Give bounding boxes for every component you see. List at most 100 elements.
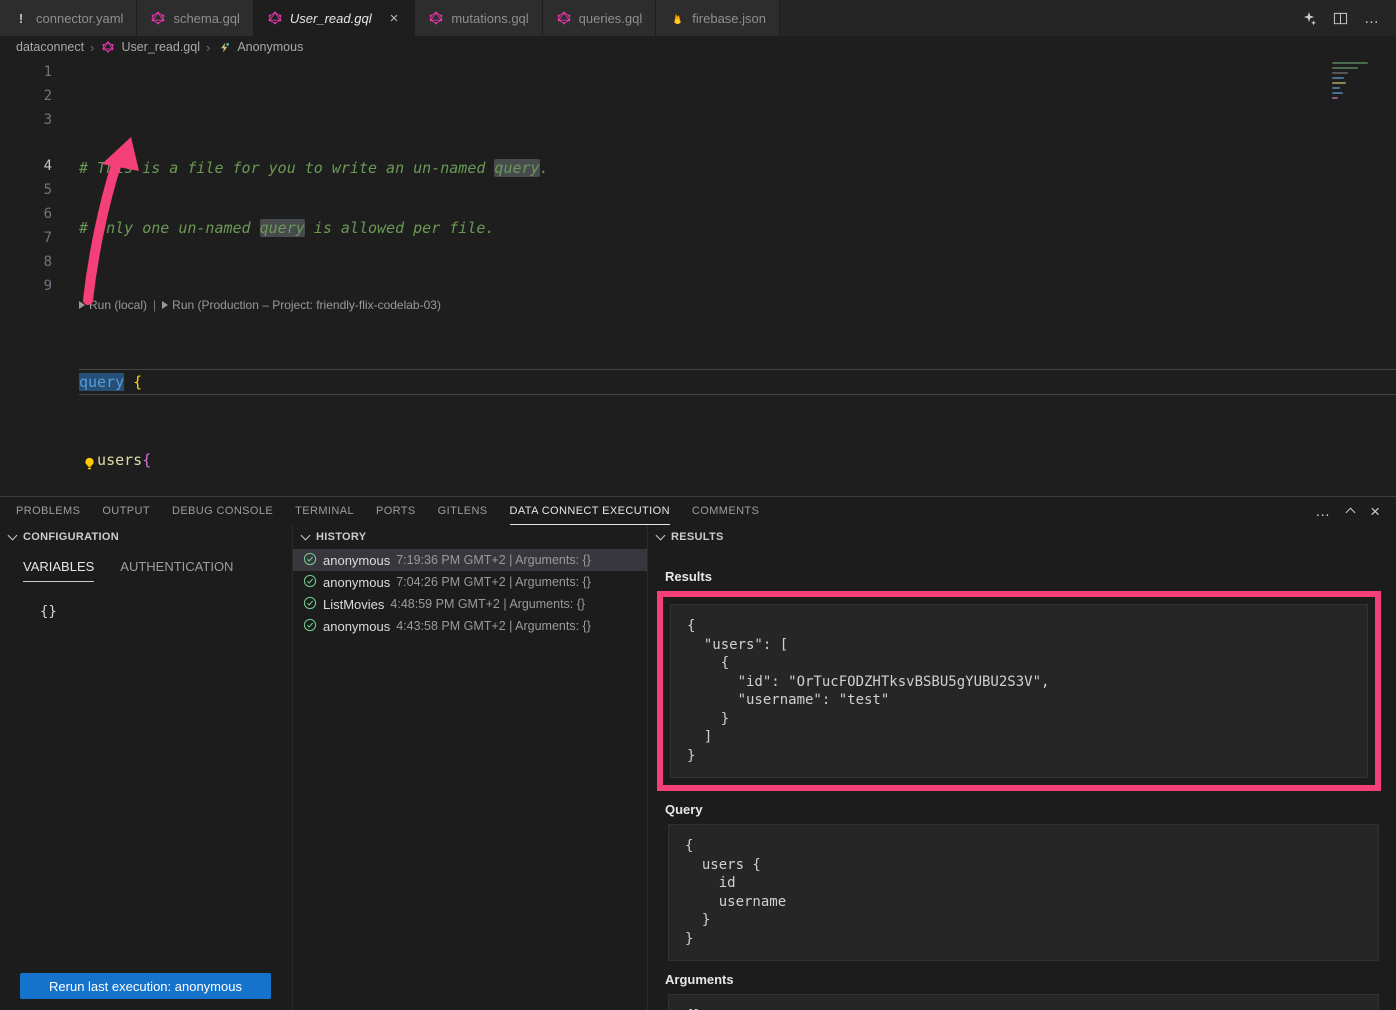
word-highlight: query <box>260 219 305 237</box>
breadcrumb-item-file[interactable]: User_read.gql <box>121 40 200 54</box>
check-circle-icon <box>303 574 317 591</box>
codelens-spacer <box>0 132 66 154</box>
chevron-down-icon <box>8 531 18 541</box>
configuration-header[interactable]: CONFIGURATION <box>0 525 292 549</box>
play-icon <box>79 301 85 309</box>
panel-tab-debug-console[interactable]: DEBUG CONSOLE <box>172 497 273 525</box>
breadcrumb-item-symbol[interactable]: Anonymous <box>237 40 303 54</box>
history-header[interactable]: HISTORY <box>293 525 647 549</box>
results-header[interactable]: RESULTS <box>648 525 1396 549</box>
history-item[interactable]: ListMovies 4:48:59 PM GMT+2 | Arguments:… <box>293 593 647 615</box>
line-number: 1 <box>0 60 66 84</box>
panel-tab-comments[interactable]: COMMENTS <box>692 497 759 525</box>
history-item-detail: 7:04:26 PM GMT+2 | Arguments: {} <box>396 575 591 589</box>
tab-user-read-gql[interactable]: User_read.gql × <box>254 0 415 36</box>
history-item-detail: 4:48:59 PM GMT+2 | Arguments: {} <box>390 597 585 611</box>
minimap-line <box>1332 67 1358 69</box>
tab-connector-yaml[interactable]: ! connector.yaml <box>0 0 137 36</box>
more-actions-icon[interactable]: … <box>1315 503 1331 520</box>
minimap-line <box>1332 87 1340 89</box>
arguments-label: Arguments <box>665 972 1381 987</box>
history-item-detail: 7:19:36 PM GMT+2 | Arguments: {} <box>396 553 591 567</box>
query-label: Query <box>665 802 1381 817</box>
panel-tab-gitlens[interactable]: GITLENS <box>438 497 488 525</box>
history-item[interactable]: anonymous 4:43:58 PM GMT+2 | Arguments: … <box>293 615 647 637</box>
panel-tab-bar: PROBLEMS OUTPUT DEBUG CONSOLE TERMINAL P… <box>0 497 1396 525</box>
tab-firebase-json[interactable]: firebase.json <box>656 0 780 36</box>
tab-queries-gql[interactable]: queries.gql <box>543 0 657 36</box>
rerun-last-execution-button[interactable]: Rerun last execution: anonymous <box>20 973 271 999</box>
results-body: Results { "users": [ { "id": "OrTucFODZH… <box>648 549 1396 1010</box>
firebase-flame-icon <box>669 10 685 26</box>
open-brace: { <box>124 373 142 391</box>
tab-schema-gql[interactable]: schema.gql <box>137 0 253 36</box>
yaml-warning-icon: ! <box>13 10 29 26</box>
history-item-name: ListMovies <box>323 597 384 612</box>
results-label: Results <box>665 569 1381 584</box>
panel-tab-output[interactable]: OUTPUT <box>102 497 150 525</box>
query-code: { users { id username } } <box>668 824 1379 961</box>
tab-label: queries.gql <box>579 11 643 26</box>
check-circle-icon <box>303 596 317 613</box>
graphql-icon <box>428 10 444 26</box>
code-line-current[interactable]: query { <box>79 370 1396 394</box>
chevron-up-icon[interactable] <box>1346 508 1356 518</box>
configuration-section: CONFIGURATION VARIABLES AUTHENTICATION {… <box>0 525 293 1010</box>
tab-label: schema.gql <box>173 11 239 26</box>
tab-variables[interactable]: VARIABLES <box>23 559 94 582</box>
code-line[interactable]: users{ <box>79 448 1396 472</box>
run-local-link[interactable]: Run (local) <box>89 298 147 312</box>
history-item-detail: 4:43:58 PM GMT+2 | Arguments: {} <box>396 619 591 633</box>
annotation-highlight-box: { "users": [ { "id": "OrTucFODZHTksvBSBU… <box>657 591 1381 791</box>
editor[interactable]: 1 2 3 4 5 6 7 8 9 # This is a file for y… <box>0 58 1396 496</box>
code-line[interactable]: # This is a file for you to write an un-… <box>79 156 1396 180</box>
minimap-line <box>1332 97 1338 99</box>
graphql-icon <box>556 10 572 26</box>
graphql-icon <box>150 10 166 26</box>
minimap-line <box>1332 92 1343 94</box>
breadcrumb-item-folder[interactable]: dataconnect <box>16 40 84 54</box>
panel-tab-terminal[interactable]: TERMINAL <box>295 497 354 525</box>
panel-tab-problems[interactable]: PROBLEMS <box>16 497 80 525</box>
sparkle-icon[interactable] <box>1302 11 1317 26</box>
minimap-line <box>1332 62 1368 64</box>
code-line[interactable]: # Only one un-named query is allowed per… <box>79 216 1396 240</box>
line-number: 2 <box>0 84 66 108</box>
variables-editor[interactable]: {} <box>0 582 292 620</box>
minimap-line <box>1332 77 1344 79</box>
open-brace: { <box>142 451 151 469</box>
tab-label: User_read.gql <box>290 11 372 26</box>
chevron-right-icon: › <box>206 40 210 55</box>
line-number: 8 <box>0 250 66 274</box>
tab-label: mutations.gql <box>451 11 528 26</box>
split-editor-icon[interactable] <box>1333 11 1348 26</box>
lightbulb-icon[interactable] <box>83 453 96 477</box>
results-section: RESULTS Results { "users": [ { "id": "Or… <box>648 525 1396 1010</box>
run-production-link[interactable]: Run (Production – Project: friendly-flix… <box>172 298 441 312</box>
breadcrumb: dataconnect › User_read.gql › Anonymous <box>0 36 1396 58</box>
editor-actions: … <box>1286 0 1396 36</box>
tab-authentication[interactable]: AUTHENTICATION <box>120 559 233 582</box>
history-item[interactable]: anonymous 7:04:26 PM GMT+2 | Arguments: … <box>293 571 647 593</box>
minimap-line <box>1332 82 1346 84</box>
close-panel-icon[interactable]: × <box>1370 503 1380 520</box>
more-actions-icon[interactable]: … <box>1364 10 1380 27</box>
minimap-line <box>1332 72 1348 74</box>
word-highlight: query <box>494 159 539 177</box>
minimap[interactable] <box>1332 62 1382 102</box>
code-line[interactable] <box>79 96 1396 120</box>
history-item[interactable]: anonymous 7:19:36 PM GMT+2 | Arguments: … <box>293 549 647 571</box>
panel-tab-ports[interactable]: PORTS <box>376 497 416 525</box>
comment-text: # Only one un-named <box>79 219 260 237</box>
codelens: Run (local)|Run (Production – Project: f… <box>79 294 1396 316</box>
panel-tab-data-connect-execution[interactable]: DATA CONNECT EXECUTION <box>510 497 670 525</box>
panel-body: CONFIGURATION VARIABLES AUTHENTICATION {… <box>0 525 1396 1010</box>
bottom-panel: PROBLEMS OUTPUT DEBUG CONSOLE TERMINAL P… <box>0 496 1396 1010</box>
chevron-right-icon: › <box>90 40 94 55</box>
history-list: anonymous 7:19:36 PM GMT+2 | Arguments: … <box>293 549 647 1010</box>
editor-gutter: 1 2 3 4 5 6 7 8 9 <box>0 58 66 496</box>
close-tab-icon[interactable]: × <box>387 10 402 27</box>
play-icon <box>162 301 168 309</box>
code-area[interactable]: # This is a file for you to write an un-… <box>66 58 1396 496</box>
tab-mutations-gql[interactable]: mutations.gql <box>415 0 542 36</box>
